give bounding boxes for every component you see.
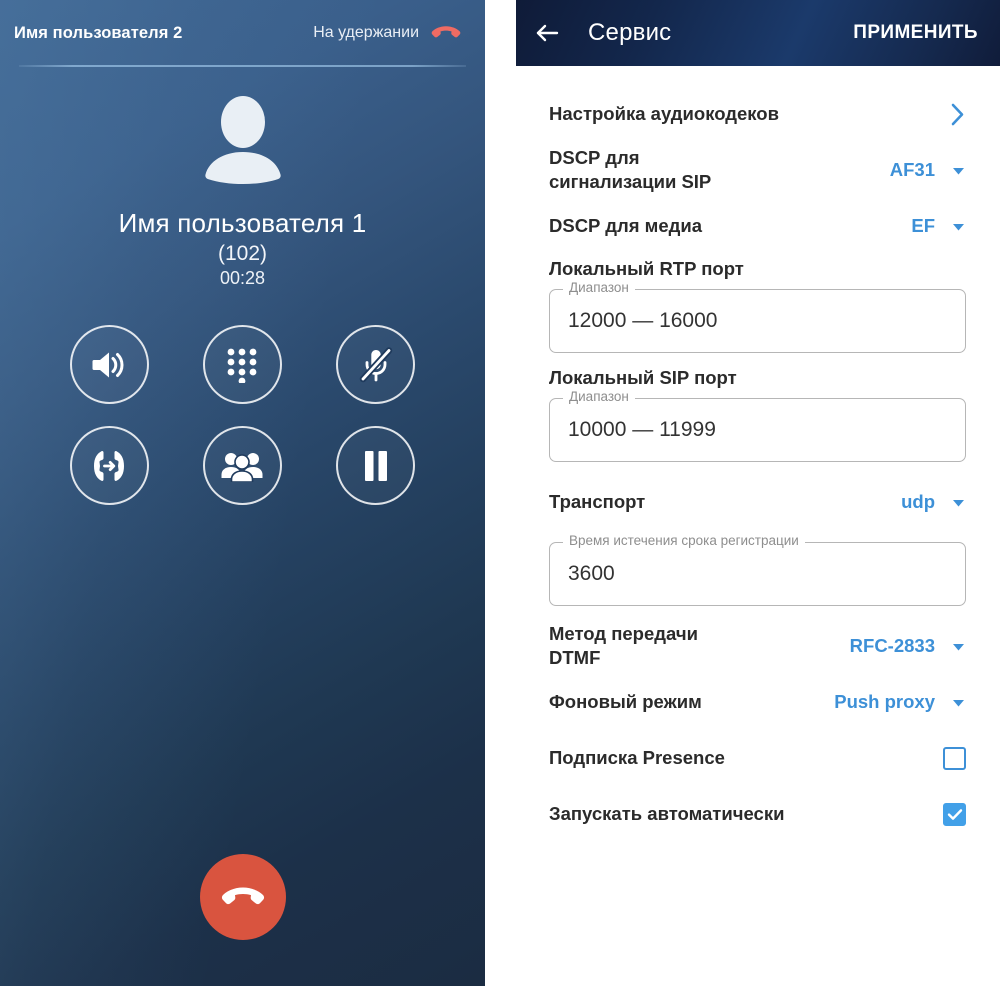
arrow-left-icon[interactable] bbox=[534, 20, 560, 46]
setting-label: Запускать автоматически bbox=[549, 802, 785, 824]
setting-presence-subscription[interactable]: Подписка Presence bbox=[549, 732, 966, 784]
speaker-icon bbox=[90, 348, 128, 382]
field-title: Локальный SIP порт bbox=[549, 367, 737, 388]
app-screen: Имя пользователя 2 На удержании Имя поль… bbox=[0, 0, 1000, 986]
active-call-info: Имя пользователя 1 (102) 00:28 bbox=[0, 94, 485, 289]
field-legend: Диапазон bbox=[563, 281, 635, 295]
topbar-divider bbox=[19, 65, 466, 67]
speaker-button[interactable] bbox=[69, 325, 149, 404]
transfer-button[interactable] bbox=[69, 426, 149, 505]
call-transfer-icon bbox=[88, 448, 130, 484]
autostart-checkbox[interactable] bbox=[943, 802, 966, 826]
field-title: Локальный RTP порт bbox=[549, 258, 744, 279]
setting-autostart[interactable]: Запускать автоматически bbox=[549, 788, 966, 840]
setting-dscp-media[interactable]: DSCP для медиа EF bbox=[549, 200, 966, 252]
caret-down-icon bbox=[935, 639, 966, 654]
setting-rtp-port: Локальный RTP порт Диапазон 12000 — 1600… bbox=[549, 258, 966, 353]
caret-down-icon bbox=[935, 163, 966, 178]
active-party-name: Имя пользователя 1 bbox=[118, 208, 367, 238]
setting-background-mode[interactable]: Фоновый режим Push proxy bbox=[549, 676, 966, 728]
page-title: Сервис bbox=[588, 19, 672, 46]
held-call-bar[interactable]: Имя пользователя 2 На удержании bbox=[0, 0, 485, 66]
settings-header: Сервис ПРИМЕНИТЬ bbox=[516, 0, 1000, 66]
dialpad-icon bbox=[225, 347, 259, 383]
settings-list: Настройка аудиокодеков DSCP для сигнализ… bbox=[485, 66, 1000, 986]
field-value: 3600 bbox=[568, 562, 615, 585]
field-value: 12000 — 16000 bbox=[568, 309, 718, 332]
avatar-person-icon bbox=[195, 94, 291, 196]
caret-down-icon bbox=[935, 219, 966, 234]
setting-dscp-sip[interactable]: DSCP для сигнализации SIP AF31 bbox=[549, 144, 966, 196]
dialpad-button[interactable] bbox=[202, 325, 282, 404]
conference-button[interactable] bbox=[202, 426, 282, 505]
hangup-icon bbox=[218, 881, 268, 913]
setting-label: Подписка Presence bbox=[549, 746, 725, 768]
setting-label: Настройка аудиокодеков bbox=[549, 102, 779, 124]
in-call-panel: Имя пользователя 2 На удержании Имя поль… bbox=[0, 0, 485, 986]
field-legend: Диапазон bbox=[563, 390, 635, 404]
setting-transport[interactable]: Транспорт udp bbox=[549, 476, 966, 528]
setting-label: Фоновый режим bbox=[549, 690, 702, 712]
hold-button[interactable] bbox=[336, 426, 416, 505]
end-call-area bbox=[0, 854, 485, 940]
setting-sip-port: Локальный SIP порт Диапазон 10000 — 1199… bbox=[549, 367, 966, 462]
setting-label: DSCP для медиа bbox=[549, 214, 703, 236]
setting-value: EF bbox=[911, 215, 935, 236]
apply-button[interactable]: ПРИМЕНИТЬ bbox=[853, 22, 978, 44]
setting-dtmf-method[interactable]: Метод передачи DTMF RFC-2833 bbox=[549, 620, 966, 672]
caret-down-icon bbox=[935, 695, 966, 710]
mute-button[interactable] bbox=[336, 325, 416, 404]
setting-label: Метод передачи DTMF bbox=[549, 622, 698, 668]
call-duration: 00:28 bbox=[219, 268, 266, 288]
pause-icon bbox=[362, 450, 390, 482]
setting-value: RFC-2833 bbox=[849, 635, 935, 656]
service-settings-panel: Сервис ПРИМЕНИТЬ Настройка аудиокодеков … bbox=[485, 0, 1000, 986]
presence-checkbox[interactable] bbox=[943, 746, 966, 770]
setting-registration-expiry: Время истечения срока регистрации 3600 bbox=[549, 534, 966, 606]
setting-label: DSCP для сигнализации SIP bbox=[549, 146, 712, 192]
field-value: 10000 — 11999 bbox=[568, 418, 716, 441]
end-call-button[interactable] bbox=[199, 854, 286, 940]
setting-value: AF31 bbox=[889, 159, 935, 180]
sip-port-input[interactable]: Диапазон 10000 — 11999 bbox=[549, 390, 966, 462]
active-party-extension: (102) bbox=[217, 242, 268, 265]
setting-label: Транспорт bbox=[549, 490, 646, 512]
people-group-icon bbox=[221, 450, 263, 482]
hangup-icon[interactable] bbox=[429, 22, 463, 44]
check-icon bbox=[947, 808, 963, 821]
held-party-name: Имя пользователя 2 bbox=[14, 23, 183, 42]
field-legend: Время истечения срока регистрации bbox=[563, 534, 805, 548]
setting-value: udp bbox=[901, 491, 935, 512]
microphone-off-icon bbox=[359, 346, 393, 384]
held-call-status: На удержании bbox=[313, 24, 419, 41]
setting-audio-codecs[interactable]: Настройка аудиокодеков bbox=[549, 88, 966, 140]
call-controls bbox=[43, 325, 443, 505]
rtp-port-input[interactable]: Диапазон 12000 — 16000 bbox=[549, 281, 966, 353]
registration-expiry-input[interactable]: Время истечения срока регистрации 3600 bbox=[549, 534, 966, 606]
chevron-right-icon bbox=[937, 102, 966, 127]
caret-down-icon bbox=[935, 495, 966, 510]
setting-value: Push proxy bbox=[834, 691, 935, 712]
